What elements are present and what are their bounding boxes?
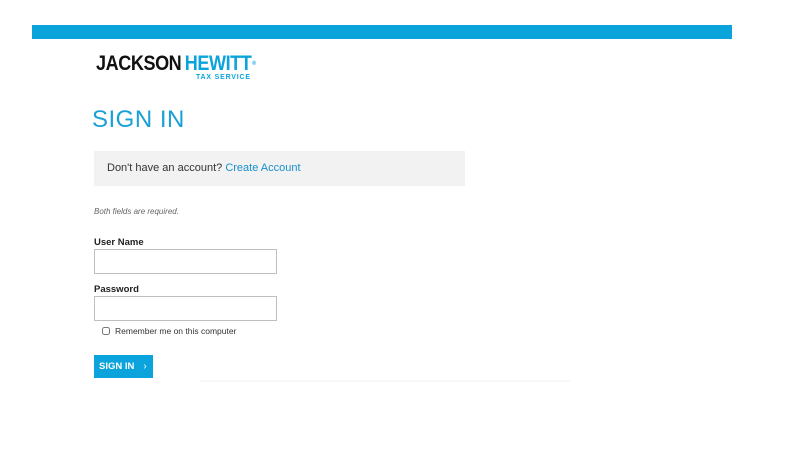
create-account-panel: Don't have an account? Create Account [94, 151, 465, 186]
top-accent-bar [32, 25, 732, 39]
sign-in-page: JACKSON HEWITT® TAX SERVICE SIGN IN Don't… [0, 0, 800, 450]
password-label: Password [94, 284, 139, 295]
bottom-divider [200, 380, 570, 382]
sign-in-button[interactable]: SIGN IN › [94, 355, 153, 378]
page-title: SIGN IN [92, 106, 185, 133]
password-input[interactable] [94, 296, 277, 321]
logo-tagline: TAX SERVICE [196, 74, 251, 81]
username-label: User Name [94, 237, 144, 248]
username-input[interactable] [94, 249, 277, 274]
remember-me-label[interactable]: Remember me on this computer [115, 326, 236, 336]
logo-wordmark: JACKSON HEWITT® [96, 53, 256, 75]
jackson-hewitt-logo[interactable]: JACKSON HEWITT® TAX SERVICE [96, 53, 282, 83]
remember-me-checkbox[interactable] [102, 327, 110, 335]
logo-brand-hewitt: HEWITT [184, 52, 252, 75]
create-account-link[interactable]: Create Account [225, 162, 300, 174]
chevron-right-icon: › [143, 361, 147, 372]
required-fields-note: Both fields are required. [94, 207, 179, 216]
logo-trademark: ® [252, 61, 256, 67]
sign-in-button-label: SIGN IN [99, 361, 135, 372]
logo-brand-jackson: JACKSON [96, 52, 182, 75]
remember-me-row: Remember me on this computer [102, 326, 236, 336]
account-prompt-text: Don't have an account? [107, 162, 223, 174]
